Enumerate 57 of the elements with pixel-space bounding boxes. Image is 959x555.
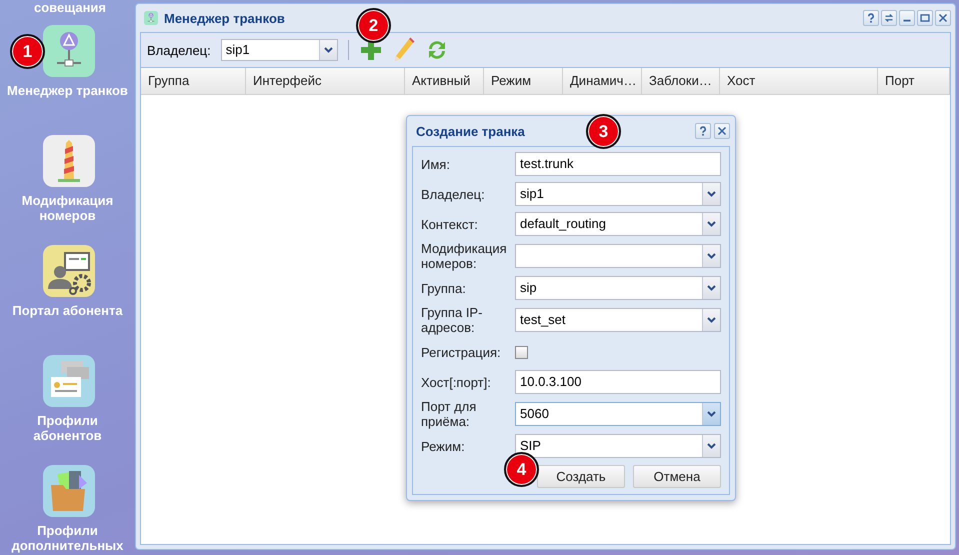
caret-icon [707,253,716,259]
checkbox[interactable] [515,346,528,358]
column-header[interactable]: Заблоки… [642,68,720,94]
caret-icon [707,411,716,417]
caret-icon [707,443,716,449]
column-header[interactable]: Порт [878,68,950,94]
dropdown-field[interactable]: sip [515,276,721,300]
trunk-app-icon[interactable] [42,25,94,77]
help-icon[interactable] [695,123,711,139]
minimize-icon[interactable] [899,10,915,26]
desktop-icon-label: совещания [34,0,106,15]
tower-app-icon[interactable] [42,135,94,187]
cards-app-icon[interactable] [42,355,94,407]
refresh-icon[interactable] [881,10,897,26]
field-label: Хост[:порт]: [421,374,492,390]
close-icon[interactable] [935,10,951,26]
owner-label: Владелец: [147,42,211,58]
text-field[interactable]: 10.0.3.100 [515,370,721,394]
folder-app-icon[interactable] [42,465,94,517]
column-header[interactable]: Активный [405,68,484,94]
column-header[interactable]: Динамич… [563,68,642,94]
column-header[interactable]: Режим [484,68,563,94]
field-label: Имя: [421,156,451,172]
column-header[interactable]: Группа [141,68,246,94]
dropdown-field[interactable]: SIP [515,434,721,458]
field-label: Регистрация: [421,344,502,360]
text-field[interactable]: test.trunk [515,152,721,176]
help-icon[interactable] [863,10,879,26]
column-header[interactable]: Интерфейс [246,68,405,94]
owner-dropdown[interactable]: sip1 [220,39,338,61]
caret-icon [707,285,716,291]
field-label: Модификация номеров: [421,241,508,271]
caret-icon [707,191,716,197]
dialog-title: Создание транка [416,124,525,138]
step-badge: 1 [10,34,45,69]
caret-icon [707,317,716,323]
window-title: Менеджер транков [164,10,285,26]
field-label: Владелец: [421,186,486,202]
field-label: Контекст: [421,216,479,232]
dropdown-field[interactable]: test_set [515,308,721,332]
caret-icon [324,47,333,53]
column-header[interactable]: Хост [720,68,878,94]
close-icon[interactable] [714,123,730,139]
create-button[interactable]: Создать [537,465,625,488]
dropdown-field[interactable]: 5060 [515,402,721,426]
app-icon [144,11,158,25]
field-label: Группа: [421,280,467,296]
maximize-icon[interactable] [917,10,933,26]
field-label: Режим: [421,438,466,454]
field-label: Порт для приёма: [421,399,478,429]
caret-icon [707,221,716,227]
dropdown-field[interactable]: default_routing [515,212,721,236]
dropdown-field[interactable] [515,244,721,268]
cancel-button[interactable]: Отмена [633,465,721,488]
portal-app-icon[interactable] [42,245,94,297]
field-label: Группа IP-адресов: [421,305,484,335]
dropdown-field[interactable]: sip1 [515,182,721,206]
